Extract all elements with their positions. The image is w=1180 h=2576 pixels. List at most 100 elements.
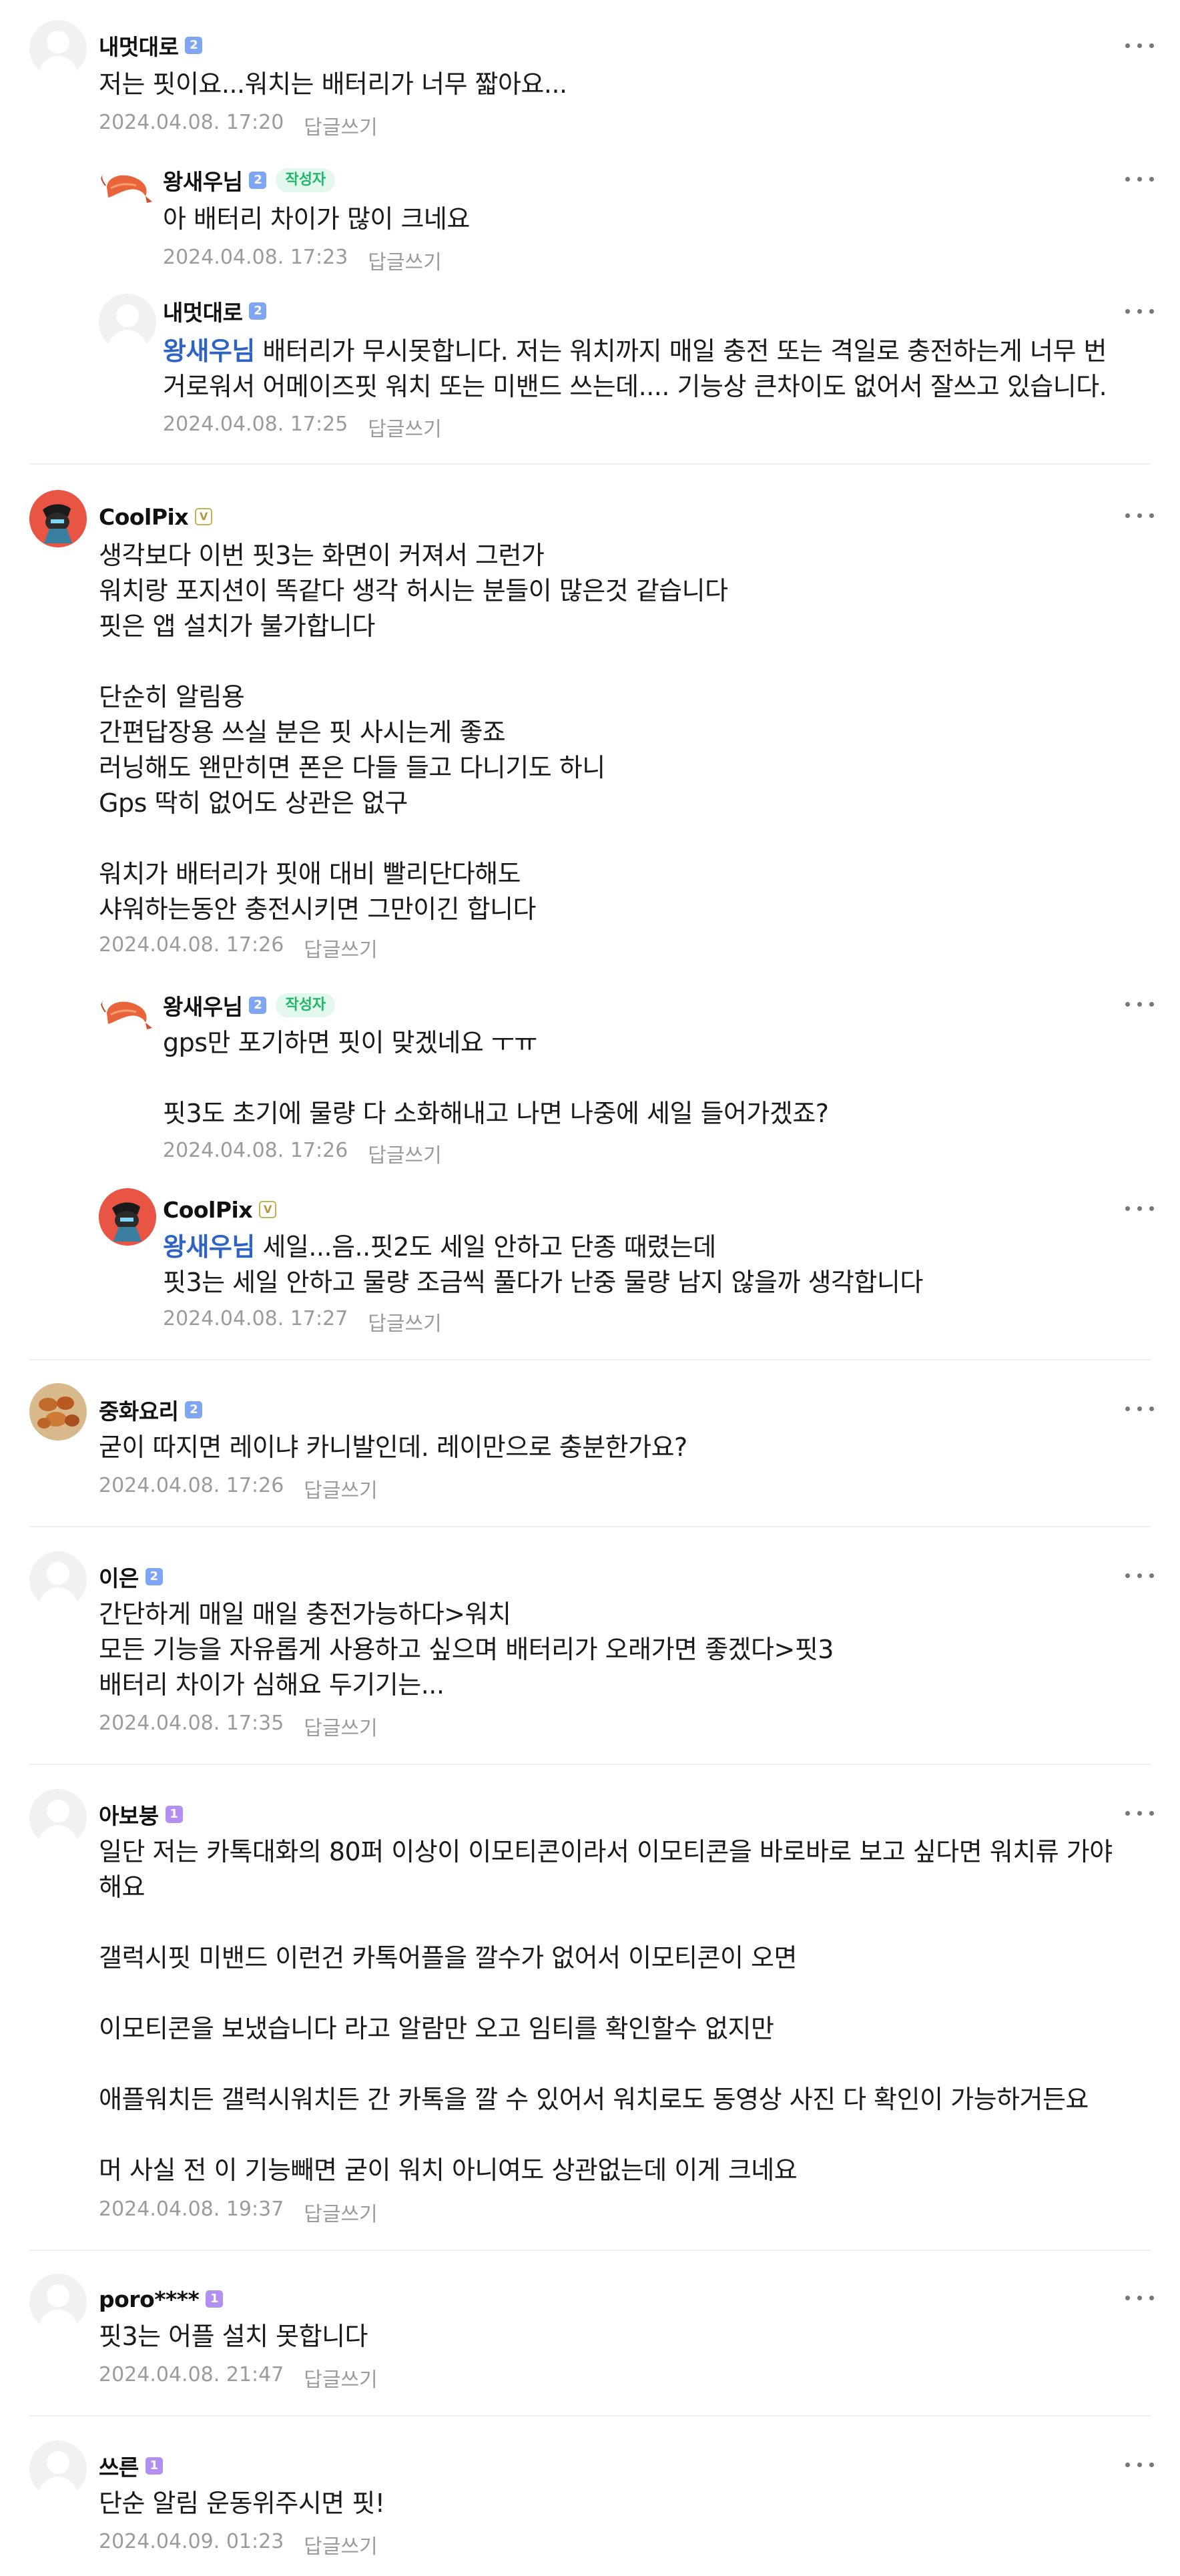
- comment-author-row: 내멋대로 2: [99, 29, 203, 61]
- avatar[interactable]: [29, 490, 87, 547]
- reply-button[interactable]: 답글쓰기: [368, 246, 441, 275]
- comment-divider: [29, 2250, 1151, 2251]
- reply-button[interactable]: 답글쓰기: [304, 111, 377, 140]
- author-badge: 작성자: [276, 993, 336, 1017]
- comment-meta: 2024.04.08. 17:26 답글쓰기: [99, 933, 378, 963]
- reply-button[interactable]: 답글쓰기: [304, 1474, 377, 1503]
- comment-meta: 2024.04.08. 17:26 답글쓰기: [99, 1474, 378, 1503]
- comment-text: 저는 핏이요...워치는 배터리가 너무 짧아요...: [99, 69, 567, 99]
- comment-meta: 2024.04.08. 17:26 답글쓰기: [163, 1139, 442, 1168]
- comment-date: 2024.04.08. 17:27: [163, 1307, 348, 1330]
- comment-date: 2024.04.08. 19:37: [99, 2198, 284, 2221]
- comment-date: 2024.04.08. 17:25: [163, 413, 348, 436]
- nickname[interactable]: 쓰른: [99, 2450, 139, 2482]
- comment-author-row: 왕새우님 2 작성자: [163, 164, 336, 196]
- level-badge: 1: [145, 2457, 163, 2475]
- more-options-icon[interactable]: [1120, 2284, 1160, 2311]
- avatar[interactable]: [99, 160, 156, 218]
- more-options-icon[interactable]: [1120, 1562, 1160, 1589]
- comment-divider: [29, 1526, 1151, 1527]
- comment-author-row: 중화요리 2: [99, 1394, 203, 1426]
- comment-text: 왕새우님 세일...음..핏2도 세일 안하고 단종 때렸는데 핏3는 세일 안…: [163, 1230, 923, 1300]
- avatar[interactable]: [29, 2440, 87, 2498]
- reply-button[interactable]: 답글쓰기: [368, 1307, 441, 1336]
- comment-date: 2024.04.08. 21:47: [99, 2363, 284, 2386]
- more-options-icon[interactable]: [1120, 1800, 1160, 1826]
- more-options-icon[interactable]: [1120, 2451, 1160, 2478]
- comment-divider: [29, 2415, 1151, 2416]
- avatar[interactable]: [29, 1383, 87, 1441]
- reply-button[interactable]: 답글쓰기: [368, 1139, 441, 1168]
- more-options-icon[interactable]: [1120, 991, 1160, 1017]
- comment-meta: 2024.04.08. 17:20 답글쓰기: [99, 111, 378, 140]
- nickname[interactable]: CoolPix: [163, 1197, 253, 1223]
- reply-button[interactable]: 답글쓰기: [304, 2198, 377, 2227]
- comment-author-row: 왕새우님 2 작성자: [163, 989, 336, 1021]
- avatar[interactable]: [29, 1789, 87, 1846]
- comment-date: 2024.04.08. 17:35: [99, 1712, 284, 1735]
- comment-meta: 2024.04.08. 19:37 답글쓰기: [99, 2198, 378, 2227]
- reply-button[interactable]: 답글쓰기: [304, 2530, 377, 2559]
- mention-link[interactable]: 왕새우님: [163, 1232, 255, 1262]
- nickname[interactable]: 왕새우님: [163, 164, 243, 196]
- avatar[interactable]: [29, 20, 87, 77]
- comment-text: 핏3는 어플 설치 못합니다: [99, 2322, 368, 2351]
- level-badge: 2: [185, 37, 203, 54]
- comment-author-row: 쓰른 1: [99, 2450, 163, 2482]
- comment-date: 2024.04.08. 17:26: [163, 1139, 348, 1162]
- mention-link[interactable]: 왕새우님: [163, 336, 255, 366]
- more-options-icon[interactable]: [1120, 32, 1160, 59]
- level-badge: V: [259, 1201, 277, 1218]
- more-options-icon[interactable]: [1120, 166, 1160, 192]
- reply-button[interactable]: 답글쓰기: [304, 933, 377, 963]
- comment-text: 굳이 따지면 레이냐 카니발인데. 레이만으로 충분한가요?: [99, 1433, 687, 1462]
- comment-date: 2024.04.09. 01:23: [99, 2530, 284, 2553]
- nickname[interactable]: 내멋대로: [99, 29, 179, 61]
- level-badge: 1: [165, 1806, 183, 1823]
- reply-text: 세일...음..핏2도 세일 안하고 단종 때렸는데 핏3는 세일 안하고 물량…: [163, 1232, 923, 1297]
- comment-meta: 2024.04.09. 01:23 답글쓰기: [99, 2530, 378, 2559]
- comment-author-row: 아보붕 1: [99, 1798, 183, 1830]
- level-badge: 2: [249, 997, 267, 1014]
- nickname[interactable]: 내멋대로: [163, 295, 243, 327]
- more-options-icon[interactable]: [1120, 1195, 1160, 1222]
- comment-divider: [29, 463, 1151, 465]
- avatar[interactable]: [29, 2274, 87, 2331]
- comment-author-row: CoolPix V: [99, 503, 213, 530]
- comment-date: 2024.04.08. 17:23: [163, 246, 348, 269]
- avatar[interactable]: [99, 987, 156, 1044]
- reply-button[interactable]: 답글쓰기: [304, 1712, 377, 1741]
- level-badge: V: [195, 508, 213, 525]
- nickname[interactable]: 중화요리: [99, 1394, 179, 1426]
- more-options-icon[interactable]: [1120, 1395, 1160, 1422]
- avatar[interactable]: [99, 1188, 156, 1246]
- coolpix-icon: [29, 490, 87, 547]
- more-options-icon[interactable]: [1120, 298, 1160, 324]
- avatar[interactable]: [29, 1551, 87, 1609]
- avatar[interactable]: [99, 294, 156, 351]
- nickname[interactable]: CoolPix: [99, 504, 189, 530]
- comment-text: 일단 저는 카톡대화의 80퍼 이상이 이모티콘이라서 이모티콘을 바로바로 보…: [99, 1837, 1113, 2185]
- reply-text: 배터리가 무시못합니다. 저는 워치까지 매일 충전 또는 격일로 충전하는게 …: [163, 336, 1107, 401]
- comment-author-row: 이은 2: [99, 1561, 163, 1593]
- comment-author-row: poro**** 1: [99, 2286, 224, 2312]
- comment-text: 생각보다 이번 핏3는 화면이 커져서 그런가 워치랑 포지션이 똑같다 생각 …: [99, 541, 728, 924]
- food-icon: [29, 1383, 87, 1441]
- comment-meta: 2024.04.08. 17:23 답글쓰기: [163, 246, 442, 275]
- comment-text: 왕새우님 배터리가 무시못합니다. 저는 워치까지 매일 충전 또는 격일로 충…: [163, 334, 1107, 405]
- comment-date: 2024.04.08. 17:26: [99, 933, 284, 957]
- nickname[interactable]: 이은: [99, 1561, 139, 1593]
- comment-meta: 2024.04.08. 21:47 답글쓰기: [99, 2363, 378, 2392]
- nickname[interactable]: 왕새우님: [163, 989, 243, 1021]
- comment-author-row: 내멋대로 2: [163, 295, 267, 327]
- level-badge: 1: [206, 2290, 224, 2308]
- more-options-icon[interactable]: [1120, 502, 1160, 529]
- comment-text: gps만 포기하면 핏이 맞겠네요 ㅜㅠ 핏3도 초기에 물량 다 소화해내고 …: [163, 1028, 829, 1128]
- reply-button[interactable]: 답글쓰기: [368, 413, 441, 442]
- comment-text: 아 배터리 차이가 많이 크네요: [163, 204, 470, 234]
- comment-text: 간단하게 매일 매일 충전가능하다>워치 모든 기능을 자유롭게 사용하고 싶으…: [99, 1599, 834, 1700]
- reply-button[interactable]: 답글쓰기: [304, 2363, 377, 2392]
- level-badge: 2: [249, 172, 267, 189]
- nickname[interactable]: poro****: [99, 2286, 200, 2312]
- nickname[interactable]: 아보붕: [99, 1798, 159, 1830]
